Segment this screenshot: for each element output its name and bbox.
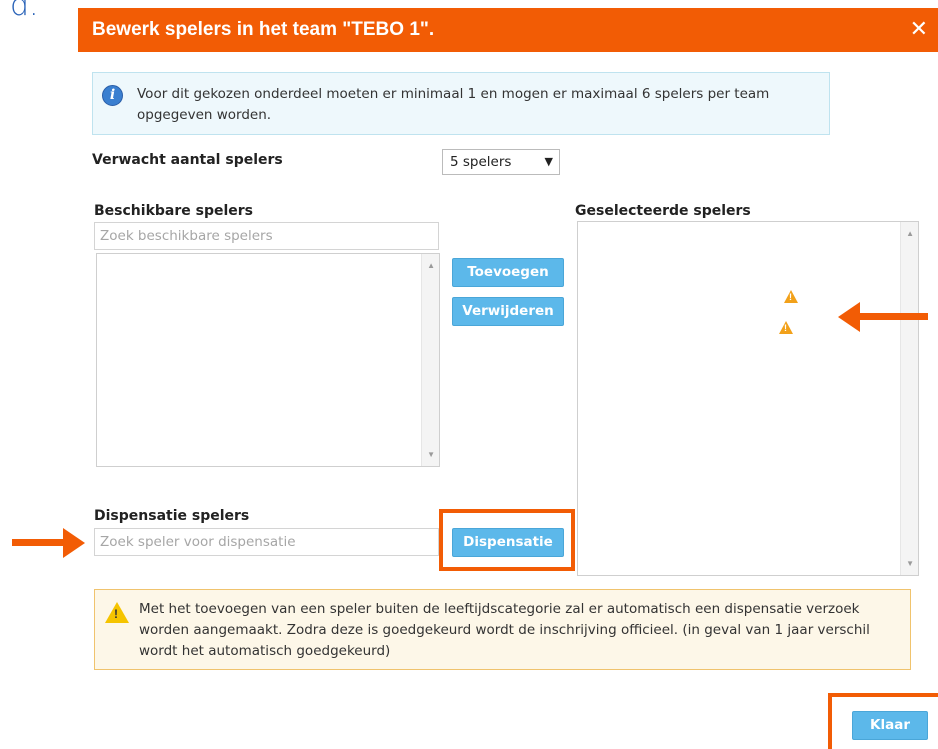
- scroll-down-icon[interactable]: ▼: [906, 559, 914, 568]
- dispensation-button-highlight: [439, 509, 575, 571]
- selected-players-list[interactable]: ! ! ▲ ▼: [577, 221, 919, 576]
- selected-players-label: Geselecteerde spelers: [575, 203, 751, 219]
- expected-players-label: Verwacht aantal spelers: [92, 152, 283, 168]
- warning-icon: !: [779, 321, 793, 334]
- expected-players-select[interactable]: 5 spelers ▼: [442, 149, 560, 175]
- available-players-list[interactable]: ▲ ▼: [96, 253, 440, 467]
- dialog-title: Bewerk spelers in het team "TEBO 1".: [92, 19, 435, 40]
- annotation-arrow-shaft: [12, 539, 64, 546]
- available-list-scrollbar[interactable]: ▲ ▼: [421, 254, 439, 466]
- dispensation-warning: ! Met het toevoegen van een speler buite…: [94, 589, 911, 670]
- add-player-button[interactable]: Toevoegen: [452, 258, 564, 287]
- annotation-arrow-shaft: [858, 313, 928, 320]
- warning-text: Met het toevoegen van een speler buiten …: [139, 601, 870, 659]
- available-players-search-input[interactable]: Zoek beschikbare spelers: [94, 222, 439, 250]
- scroll-up-icon[interactable]: ▲: [906, 229, 914, 238]
- chevron-down-icon: ▼: [544, 155, 553, 168]
- info-text: Voor dit gekozen onderdeel moeten er min…: [137, 86, 770, 123]
- arrow-left-icon: [838, 302, 860, 332]
- dispensation-players-label: Dispensatie spelers: [94, 508, 250, 524]
- background-text-fragment: d.: [10, 0, 39, 23]
- close-icon[interactable]: ✕: [910, 16, 928, 42]
- remove-player-button[interactable]: Verwijderen: [452, 297, 564, 326]
- warning-icon: !: [784, 290, 798, 303]
- done-button-highlight: [828, 693, 938, 749]
- warning-icon: !: [105, 602, 129, 623]
- arrow-right-icon: [63, 528, 85, 558]
- expected-players-value: 5 spelers: [450, 154, 512, 170]
- dispensation-search-input[interactable]: Zoek speler voor dispensatie: [94, 528, 439, 556]
- selected-list-scrollbar[interactable]: ▲ ▼: [900, 222, 918, 575]
- scroll-up-icon[interactable]: ▲: [427, 261, 435, 270]
- dialog-titlebar: Bewerk spelers in het team "TEBO 1". ✕: [78, 8, 938, 52]
- info-icon: i: [102, 85, 123, 106]
- info-message: i Voor dit gekozen onderdeel moeten er m…: [92, 72, 830, 135]
- scroll-down-icon[interactable]: ▼: [427, 450, 435, 459]
- available-players-label: Beschikbare spelers: [94, 203, 253, 219]
